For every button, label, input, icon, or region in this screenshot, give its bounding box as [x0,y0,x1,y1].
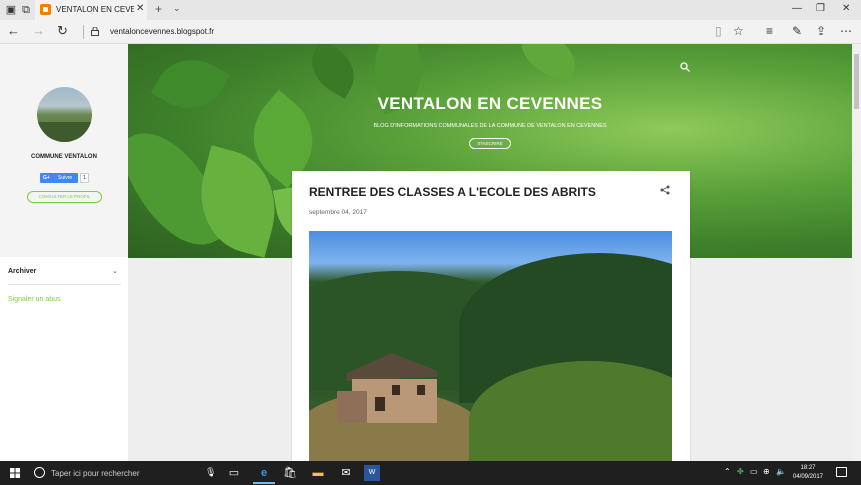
blog-description: BLOG D'INFORMATIONS COMMUNALES DE LA COM… [373,123,607,129]
leaf-decoration [512,44,584,84]
leaf-decoration [150,45,231,123]
clock-time: 18:27 [800,465,816,471]
avatar[interactable] [37,87,92,142]
profile-name[interactable]: COMMUNE VENTALON [0,154,128,160]
set-aside-tabs-icon[interactable]: ⧉ [19,3,33,17]
subscribe-button[interactable]: S'INSCRIRE [469,138,511,149]
chevron-up-icon[interactable]: ⌃ [724,467,731,476]
sidebar: COMMUNE VENTALON G+ Suivre 1 CONSULTER L… [0,44,128,461]
archive-heading[interactable]: Archiver [8,268,36,275]
restore-icon[interactable]: ❐ [816,3,825,14]
chevron-down-icon[interactable]: ⌄ [112,267,118,275]
scrollbar-thumb[interactable] [854,54,859,109]
follow-button[interactable]: G+ Suivre [40,173,78,183]
edge-icon[interactable]: e [253,465,275,484]
scrollbar[interactable] [852,44,861,461]
refresh-icon[interactable]: ↻ [57,23,68,39]
taskbar-search-input[interactable]: Taper ici pour rechercher [51,469,139,478]
forward-icon[interactable]: → [32,23,45,38]
clock-date: 04/09/2017 [792,474,824,480]
tab-title: VENTALON EN CEVENN [56,5,134,14]
post-card: RENTREE DES CLASSES A L'ECOLE DES ABRITS… [292,171,690,461]
lock-icon [91,27,99,36]
house-illustration [337,353,437,423]
profile-section: COMMUNE VENTALON G+ Suivre 1 CONSULTER L… [0,44,128,257]
notification-icon[interactable] [836,467,847,477]
search-icon[interactable] [680,62,690,72]
tab-preview-icon[interactable]: ▣ [4,3,18,17]
google-plus-icon: G+ [43,175,50,181]
tab-ventalon[interactable]: VENTALON EN CEVENN ✕ [35,0,147,20]
hub-icon[interactable]: ≡ [766,24,773,38]
more-icon[interactable]: ⋯ [840,24,852,38]
follow-label: Suivre [58,175,73,181]
file-explorer-icon[interactable]: ▬ [310,465,326,481]
windows-start-icon[interactable] [10,468,20,478]
window-close-icon[interactable]: ✕ [842,3,850,14]
web-page: COMMUNE VENTALON G+ Suivre 1 CONSULTER L… [0,44,852,461]
word-icon[interactable]: W [364,465,380,481]
chevron-down-icon[interactable]: ⌄ [173,3,181,14]
post-title[interactable]: RENTREE DES CLASSES A L'ECOLE DES ABRITS [309,185,596,199]
store-icon[interactable]: 🛍 [282,465,298,481]
close-icon[interactable]: ✕ [136,3,144,14]
blogger-icon [40,4,51,15]
post-image[interactable] [309,231,672,461]
taskbar: Taper ici pour rechercher 🎙 ▭ e 🛍 ▬ ✉ W … [0,461,861,485]
new-tab-icon[interactable]: + [155,2,162,16]
follower-count: 1 [80,173,89,183]
share-icon[interactable]: ⇪ [816,24,826,38]
blog-title[interactable]: VENTALON EN CEVENNES [256,94,724,114]
microphone-icon[interactable]: 🎙 [205,467,216,478]
url-input[interactable]: ventaloncevennes.blogspot.fr [110,27,214,36]
minimize-icon[interactable]: — [792,3,802,14]
share-icon[interactable] [660,185,670,195]
address-bar: ← → ↻ ventaloncevennes.blogspot.fr ▯ ☆ ≡… [0,20,861,44]
divider [8,284,121,285]
browser-window: ▣ ⧉ VENTALON EN CEVENN ✕ + ⌄ — ❐ ✕ ← → ↻… [0,0,861,485]
report-abuse-link[interactable]: Signaler un abus [8,296,61,303]
system-clock[interactable]: 18:27 04/09/2017 [790,464,826,482]
tab-bar: ▣ ⧉ VENTALON EN CEVENN ✕ + ⌄ — ❐ ✕ [0,0,861,20]
volume-icon[interactable]: 🔈 [776,467,786,476]
tray-app-icon[interactable]: ✤ [737,467,744,476]
battery-icon[interactable]: ▭ [750,467,758,476]
network-icon[interactable]: ⊕ [763,467,770,476]
cortana-icon[interactable] [34,467,45,478]
mail-icon[interactable]: ✉ [338,465,354,481]
leaf-decoration [301,44,365,99]
favorite-star-icon[interactable]: ☆ [733,24,744,38]
view-profile-button[interactable]: CONSULTER LE PROFIL [27,191,102,203]
post-date: septembre 04, 2017 [309,209,367,216]
address-separator [83,25,84,39]
back-icon[interactable]: ← [7,23,20,38]
reading-view-icon[interactable]: ▯ [715,24,722,38]
web-note-icon[interactable]: ✎ [792,24,802,38]
task-view-icon[interactable]: ▭ [226,465,242,481]
